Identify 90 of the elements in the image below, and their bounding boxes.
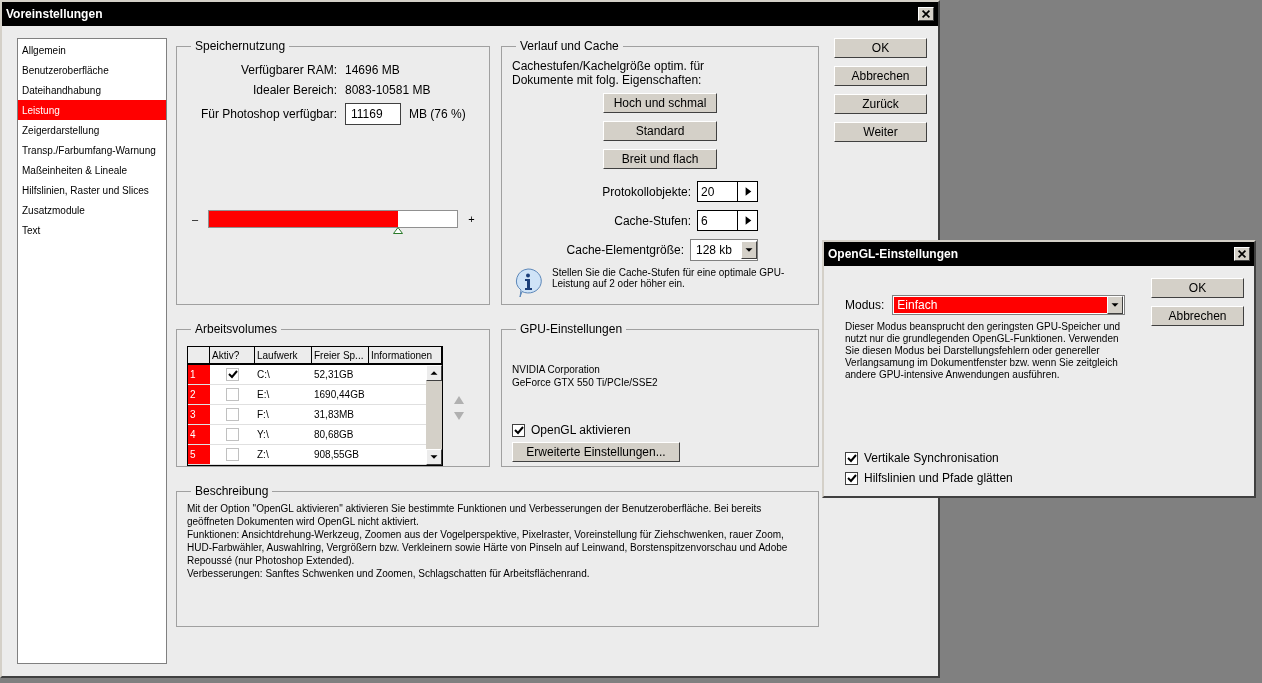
- info-value: 14696 MB: [345, 63, 401, 77]
- info-value: 8083-10581 MB: [345, 83, 432, 97]
- advanced-settings-button[interactable]: Erweiterte Einstellungen...: [512, 442, 680, 462]
- group-title: Beschreibung: [194, 484, 270, 498]
- gpu-renderer: GeForce GTX 550 Ti/PCIe/SSE2: [512, 376, 659, 389]
- field-label: Cache-Elementgröße:: [566, 243, 684, 257]
- column-header[interactable]: Informationen: [369, 347, 442, 363]
- row-number: 5: [188, 445, 210, 464]
- checkbox[interactable]: [226, 368, 239, 381]
- checkbox-label: OpenGL aktivieren: [531, 423, 631, 437]
- description-text: Mit der Option "OpenGL aktivieren" aktivieren Sie bestimmte Funktionen und Verbesserungen der Benutzeroberfläche. Bei bereits geöffneten Dokumenten wird OpenGL nicht aktiviert.: [187, 502, 763, 528]
- minus-label: –: [192, 213, 199, 225]
- close-icon[interactable]: [1234, 247, 1250, 261]
- dialog-button[interactable]: OK: [834, 38, 927, 58]
- stepper-field[interactable]: 6: [697, 210, 758, 231]
- window-title: OpenGL-Einstellungen: [828, 247, 958, 261]
- description-text: Funktionen: Ansichtdrehung-Werkzeug, Zoomen aus der Vogelperspektive, Pixelraster, Voreinstellung für Ziehschwenken, rauer Zoom, HUD-Farbwähler, Auswahlring, Vergrößern bzw. Verkleinern sowie Härte von Pinseln auf Leinwand, Borstenspitzenvorschau und Adobe Repoussé (nur Photoshop Extended).: [187, 528, 789, 567]
- checkbox[interactable]: [845, 471, 858, 485]
- table-cell-text: 80,68GB: [313, 429, 355, 440]
- window-title: Voreinstellungen: [6, 7, 103, 21]
- group-title: Arbeitsvolumes: [194, 322, 279, 336]
- table-cell-text: Z:\: [256, 449, 270, 460]
- checkbox-label: Vertikale Synchronisation: [864, 451, 999, 465]
- sidebar-item[interactable]: Zeigerdarstellung: [18, 120, 166, 140]
- stepper-field[interactable]: 20: [697, 181, 758, 202]
- field-label: Für Photoshop verfügbar:: [200, 107, 337, 121]
- checkbox[interactable]: [512, 423, 525, 437]
- intro-text: Cachestufen/Kachelgröße optim. für Dokumente mit folg. Eigenschaften:: [512, 59, 706, 87]
- dialog-button[interactable]: Abbrechen: [1151, 306, 1244, 326]
- checkbox-label: Hilfslinien und Pfade glätten: [864, 471, 1013, 485]
- table-cell-text: 52,31GB: [313, 369, 355, 380]
- column-header[interactable]: Freier Sp...: [312, 347, 369, 363]
- mode-dropdown[interactable]: Einfach: [892, 295, 1125, 315]
- sidebar-item[interactable]: Benutzeroberfläche: [18, 60, 166, 80]
- row-number: 4: [188, 425, 210, 444]
- field-label: Protokollobjekte:: [602, 184, 691, 199]
- field-label: Cache-Stufen:: [614, 213, 691, 228]
- dialog-button[interactable]: OK: [1151, 278, 1244, 298]
- sidebar-item[interactable]: Text: [18, 220, 166, 240]
- table-cell-text: 31,83MB: [313, 409, 356, 420]
- unit-label: MB (76 %): [409, 107, 466, 121]
- checkbox[interactable]: [845, 451, 858, 465]
- checkbox[interactable]: [226, 448, 239, 461]
- caret-icon[interactable]: [1107, 296, 1123, 314]
- scroll-up-icon[interactable]: [426, 365, 442, 381]
- memory-slider[interactable]: [208, 210, 459, 235]
- sidebar-item[interactable]: Leistung: [18, 100, 166, 120]
- table-cell-text: F:\: [256, 409, 270, 420]
- sidebar-item[interactable]: Transp./Farbumfang-Warnung: [18, 140, 166, 160]
- dialog-button[interactable]: Abbrechen: [834, 66, 927, 86]
- table-cell-text: 908,55GB: [313, 449, 361, 460]
- dialog-button[interactable]: Weiter: [834, 122, 927, 142]
- gpu-vendor: NVIDIA Corporation: [512, 364, 601, 377]
- table-cell-text: E:\: [256, 389, 271, 400]
- preset-button[interactable]: Breit und flach: [603, 149, 717, 169]
- plus-label: +: [468, 213, 475, 225]
- checkbox[interactable]: [226, 408, 239, 421]
- sidebar-item[interactable]: Zusatzmodule: [18, 200, 166, 220]
- mode-description: Dieser Modus beansprucht den geringsten GPU-Speicher und nutzt nur die grundlegenden OpenGL-Funktionen. Verwenden Sie diesen Modus bei Darstellungsfehlern oder genereller Verlangsamung im Dokumentfenster bzw. wenn Sie zeitgleich andere GPU-intensive Anwendungen ausführen.: [845, 321, 1122, 381]
- sidebar-item[interactable]: Hilfslinien, Raster und Slices: [18, 180, 166, 200]
- description-text: Verbesserungen: Sanftes Schwenken und Zoomen, Schlagschatten für Arbeitsflächenrand.: [187, 567, 591, 580]
- row-number: 2: [188, 385, 210, 404]
- column-header[interactable]: Aktiv?: [210, 347, 255, 363]
- preset-button[interactable]: Standard: [603, 121, 717, 141]
- sidebar-item[interactable]: Dateihandhabung: [18, 80, 166, 100]
- group-title: GPU-Einstellungen: [519, 322, 624, 336]
- scroll-down-icon[interactable]: [426, 449, 442, 465]
- checkbox[interactable]: [226, 428, 239, 441]
- dropdown-field[interactable]: 128 kb: [690, 239, 758, 261]
- group-title: Speichernutzung: [194, 39, 287, 53]
- memory-input[interactable]: 11169: [345, 103, 401, 125]
- info-label: Verfügbarer RAM:: [240, 63, 337, 77]
- sidebar-item[interactable]: Maßeinheiten & Lineale: [18, 160, 166, 180]
- table-cell-text: C:\: [256, 369, 271, 380]
- table-cell-text: 1690,44GB: [313, 389, 366, 400]
- sidebar-item[interactable]: Allgemein: [18, 40, 166, 60]
- row-number: 3: [188, 405, 210, 424]
- checkbox[interactable]: [226, 388, 239, 401]
- preset-button[interactable]: Hoch und schmal: [603, 93, 717, 113]
- field-label: Modus:: [845, 298, 885, 312]
- close-icon[interactable]: [918, 7, 934, 21]
- row-number: 1: [188, 365, 210, 384]
- scrollbar[interactable]: [426, 365, 442, 465]
- info-text: Stellen Sie die Cache-Stufen für eine optimale GPU-Leistung auf 2 oder höher ein.: [552, 267, 786, 289]
- table-cell-text: Y:\: [256, 429, 270, 440]
- dialog-button[interactable]: Zurück: [834, 94, 927, 114]
- group-title: Verlauf und Cache: [519, 39, 620, 53]
- column-header[interactable]: Laufwerk: [255, 347, 312, 363]
- caret-icon[interactable]: [741, 241, 757, 259]
- info-label: Idealer Bereich:: [252, 83, 337, 97]
